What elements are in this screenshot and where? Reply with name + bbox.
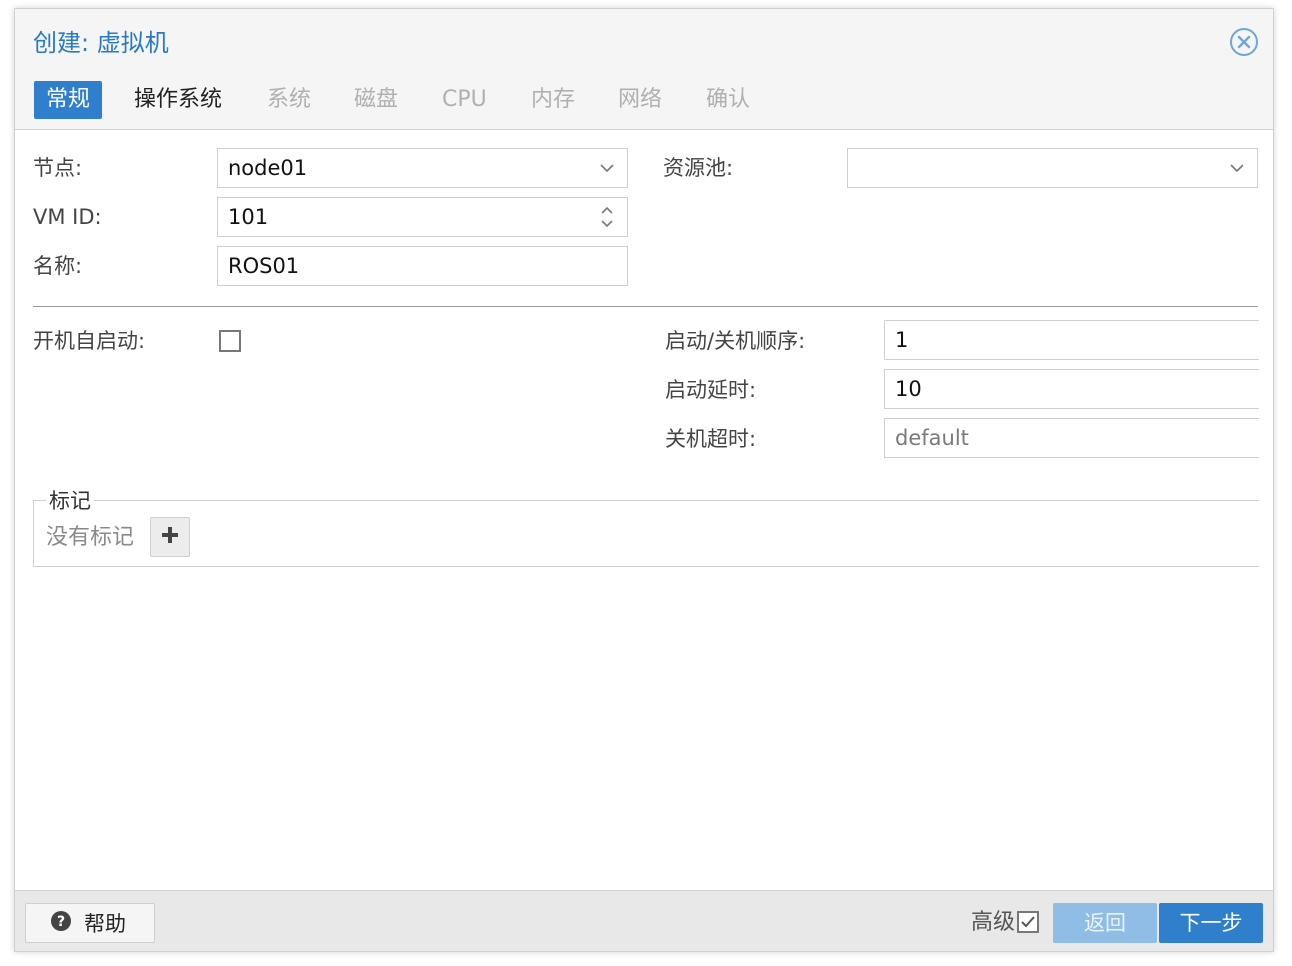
chevron-down-icon[interactable] bbox=[595, 149, 619, 187]
startup-delay-label: 启动延时: bbox=[665, 378, 757, 402]
next-button[interactable]: 下一步 bbox=[1159, 903, 1263, 943]
node-label: 节点: bbox=[33, 156, 83, 180]
tab-memory: 内存 bbox=[531, 87, 576, 112]
tags-legend: 标记 bbox=[46, 485, 94, 515]
dialog-title: 创建: 虚拟机 bbox=[33, 29, 169, 57]
onboot-checkbox[interactable] bbox=[219, 330, 241, 352]
name-label: 名称: bbox=[33, 254, 83, 278]
vmid-label: VM ID: bbox=[33, 205, 102, 229]
dialog-footer: ? 帮助 高级 返回 下一步 bbox=[15, 890, 1273, 951]
tags-fieldset: 标记 没有标记 bbox=[33, 485, 1259, 567]
tab-system: 系统 bbox=[267, 87, 312, 112]
plus-icon bbox=[160, 525, 180, 549]
order-label: 启动/关机顺序: bbox=[665, 329, 806, 353]
tab-confirm: 确认 bbox=[706, 87, 751, 112]
back-button: 返回 bbox=[1053, 903, 1157, 943]
shutdown-timeout-input[interactable]: default bbox=[884, 418, 1259, 458]
startup-delay-value: 10 bbox=[895, 377, 922, 401]
pool-label: 资源池: bbox=[663, 156, 734, 180]
node-value: node01 bbox=[228, 156, 308, 180]
section-divider bbox=[33, 306, 1258, 307]
add-tag-button[interactable] bbox=[150, 517, 190, 557]
close-icon[interactable] bbox=[1229, 27, 1259, 57]
svg-text:?: ? bbox=[57, 914, 65, 930]
tab-disk: 磁盘 bbox=[354, 87, 399, 112]
vmid-value: 101 bbox=[228, 205, 269, 229]
wizard-tabbar: 常规 操作系统 系统 磁盘 CPU 内存 网络 确认 bbox=[15, 79, 1273, 129]
tab-cpu: CPU bbox=[442, 87, 487, 112]
tags-empty-text: 没有标记 bbox=[46, 525, 135, 550]
spinner-icon[interactable] bbox=[595, 198, 619, 236]
order-value: 1 bbox=[895, 328, 909, 352]
checkbox-checked-icon[interactable] bbox=[1017, 911, 1039, 933]
tab-network: 网络 bbox=[618, 87, 663, 112]
pool-select[interactable] bbox=[847, 148, 1258, 188]
tab-os[interactable]: 操作系统 bbox=[122, 81, 234, 119]
name-input[interactable]: ROS01 bbox=[217, 246, 628, 286]
name-value: ROS01 bbox=[228, 254, 300, 278]
shutdown-timeout-label: 关机超时: bbox=[665, 427, 757, 451]
tab-general[interactable]: 常规 bbox=[34, 81, 103, 119]
onboot-label: 开机自启动: bbox=[33, 329, 146, 353]
order-input[interactable]: 1 bbox=[884, 320, 1259, 360]
chevron-down-icon[interactable] bbox=[1225, 149, 1249, 187]
vmid-spinner[interactable]: 101 bbox=[217, 197, 628, 237]
startup-delay-input[interactable]: 10 bbox=[884, 369, 1259, 409]
node-select[interactable]: node01 bbox=[217, 148, 628, 188]
question-circle-icon: ? bbox=[50, 910, 72, 936]
shutdown-timeout-placeholder: default bbox=[895, 426, 969, 450]
general-panel: 节点: node01 VM ID: 101 名称: ROS01 资源池: 开机自… bbox=[15, 129, 1273, 892]
help-label: 帮助 bbox=[84, 912, 126, 936]
advanced-label: 高级 bbox=[970, 910, 1015, 935]
dialog-titlebar: 创建: 虚拟机 bbox=[15, 9, 1273, 73]
help-button[interactable]: ? 帮助 bbox=[25, 903, 155, 943]
create-vm-dialog: 创建: 虚拟机 常规 操作系统 系统 磁盘 CPU 内存 网络 确认 节点: n… bbox=[14, 8, 1274, 952]
